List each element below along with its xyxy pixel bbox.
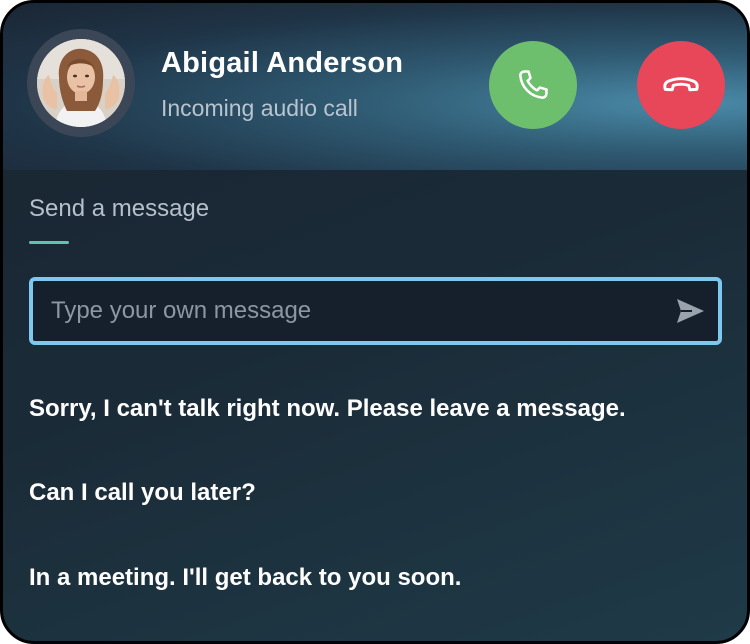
send-message-tab[interactable]: Send a message [29,195,209,223]
phone-hangup-icon [663,77,699,92]
accept-call-button[interactable] [489,41,577,129]
quick-reply-item[interactable]: Can I call you later? [29,479,256,507]
send-button[interactable] [674,295,706,327]
incoming-call-panel: Abigail Anderson Incoming audio call Sen… [0,0,750,644]
avatar-ring [27,29,135,137]
decline-call-button[interactable] [637,41,725,129]
phone-icon [519,70,548,99]
call-status: Incoming audio call [161,95,358,121]
tab-active-indicator [29,241,69,244]
quick-reply-item[interactable]: Sorry, I can't talk right now. Please le… [29,395,626,423]
avatar-photo [37,39,125,127]
caller-name: Abigail Anderson [161,47,404,79]
avatar [37,39,125,127]
message-input[interactable] [33,281,653,341]
call-header: Abigail Anderson Incoming audio call [3,3,747,170]
message-input-container [29,277,722,345]
quick-reply-item[interactable]: In a meeting. I'll get back to you soon. [29,564,461,592]
send-icon [677,299,704,323]
